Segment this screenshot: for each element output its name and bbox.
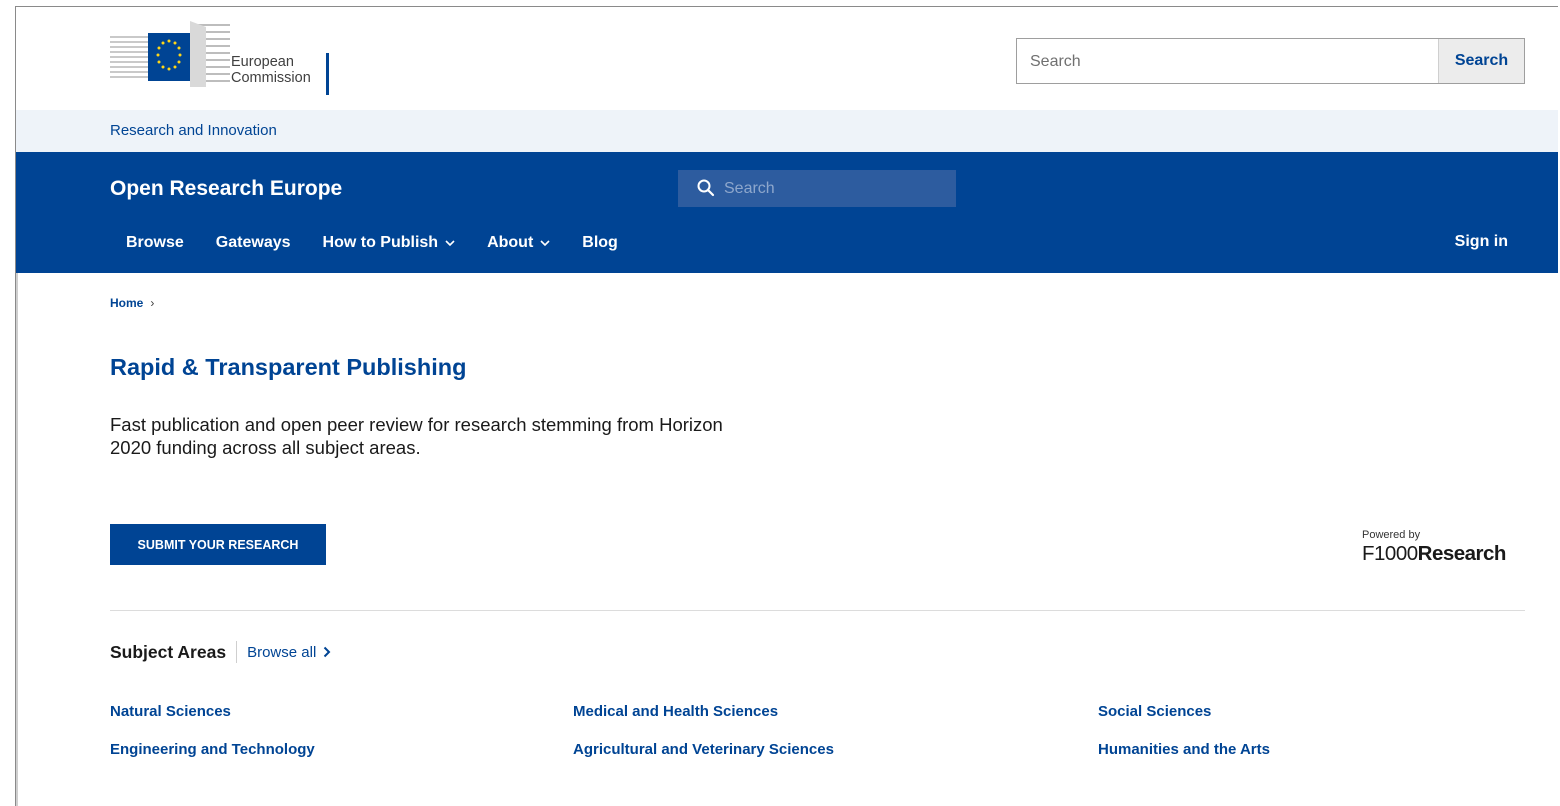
subject-medical-health-sciences[interactable]: Medical and Health Sciences bbox=[573, 703, 778, 720]
section-divider bbox=[110, 610, 1525, 611]
ore-search-box bbox=[678, 170, 956, 207]
f1000-brand-light: F1000 bbox=[1362, 542, 1418, 565]
site-title[interactable]: Open Research Europe bbox=[110, 177, 342, 201]
description-line2: 2020 funding across all subject areas. bbox=[110, 437, 421, 458]
ec-header: European Commission Search bbox=[16, 7, 1558, 110]
search-icon[interactable] bbox=[697, 179, 715, 197]
powered-by-label: Powered by bbox=[1362, 529, 1421, 541]
nav-blog-label: Blog bbox=[582, 234, 618, 251]
description-line1: Fast publication and open peer review fo… bbox=[110, 414, 723, 435]
subject-engineering-technology[interactable]: Engineering and Technology bbox=[110, 741, 315, 758]
ec-search-button[interactable]: Search bbox=[1438, 39, 1524, 83]
breadcrumb-home[interactable]: Home bbox=[110, 296, 143, 310]
chevron-down-icon bbox=[445, 239, 455, 246]
submit-research-button[interactable]: SUBMIT YOUR RESEARCH bbox=[110, 524, 326, 565]
ec-search-input[interactable] bbox=[1017, 39, 1452, 85]
nav-about-label: About bbox=[487, 234, 534, 251]
powered-by-f1000[interactable]: Powered by F1000Research bbox=[1362, 529, 1527, 569]
browse-all-label: Browse all bbox=[247, 643, 317, 661]
header-divider bbox=[236, 641, 238, 663]
site-name-bar: Research and Innovation bbox=[16, 110, 1558, 152]
ec-search-box: Search bbox=[1016, 38, 1525, 85]
ec-logo-line2: Commission bbox=[231, 70, 311, 86]
chevron-right-icon bbox=[324, 646, 331, 658]
chevron-down-icon bbox=[540, 239, 550, 246]
nav-gateways[interactable]: Gateways bbox=[200, 233, 307, 253]
nav-about[interactable]: About bbox=[471, 233, 566, 253]
subject-areas-header: Subject Areas Browse all bbox=[110, 641, 331, 663]
breadcrumb: Home › bbox=[110, 296, 154, 310]
breadcrumb-separator: › bbox=[150, 296, 155, 310]
ec-logo-text: European Commission bbox=[231, 54, 311, 86]
subject-social-sciences[interactable]: Social Sciences bbox=[1098, 703, 1211, 720]
subject-natural-sciences[interactable]: Natural Sciences bbox=[110, 703, 231, 720]
page-description: Fast publication and open peer review fo… bbox=[110, 413, 810, 459]
nav-browse-label: Browse bbox=[126, 234, 184, 251]
ore-search-input[interactable] bbox=[724, 170, 944, 207]
main-nav: Browse Gateways How to Publish About Blo… bbox=[110, 233, 634, 253]
nav-blog[interactable]: Blog bbox=[566, 233, 634, 253]
f1000-brand-bold: Research bbox=[1417, 542, 1507, 565]
ore-navigation: Open Research Europe Browse Gateways How… bbox=[16, 152, 1558, 273]
browse-all-link[interactable]: Browse all bbox=[247, 644, 331, 661]
research-innovation-link[interactable]: Research and Innovation bbox=[110, 122, 277, 139]
page-title: Rapid & Transparent Publishing bbox=[110, 354, 467, 380]
subject-agricultural-veterinary-sciences[interactable]: Agricultural and Veterinary Sciences bbox=[573, 741, 834, 758]
ec-logo-line1: European bbox=[231, 54, 294, 70]
subject-humanities-arts[interactable]: Humanities and the Arts bbox=[1098, 741, 1270, 758]
nav-how-to-publish-label: How to Publish bbox=[322, 234, 439, 251]
nav-how-to-publish[interactable]: How to Publish bbox=[307, 233, 472, 253]
subject-areas-title: Subject Areas bbox=[110, 641, 227, 662]
sign-in-link[interactable]: Sign in bbox=[1455, 233, 1508, 251]
ec-logo-accent-bar bbox=[326, 53, 329, 95]
nav-gateways-label: Gateways bbox=[215, 234, 291, 251]
ec-building-icon bbox=[110, 21, 230, 87]
european-commission-logo[interactable]: European Commission bbox=[110, 19, 350, 95]
nav-browse[interactable]: Browse bbox=[110, 233, 200, 253]
f1000-research-logo: F1000Research bbox=[1362, 542, 1506, 566]
